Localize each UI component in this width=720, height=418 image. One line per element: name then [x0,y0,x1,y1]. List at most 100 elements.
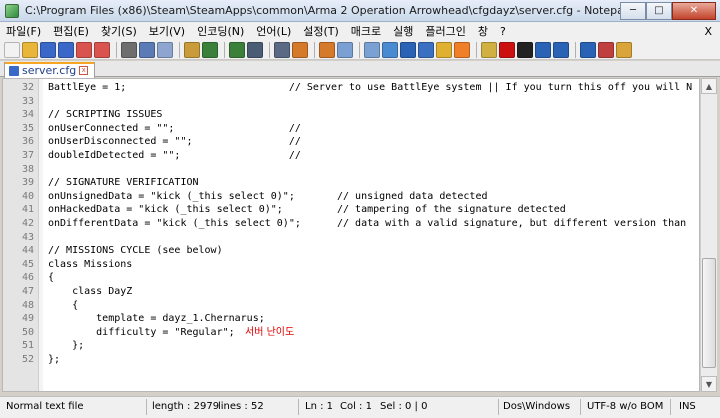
scroll-down-arrow-icon[interactable]: ▼ [701,376,717,392]
menu-item[interactable]: 인코딩(N) [191,23,250,39]
record-macro-icon[interactable] [499,41,515,58]
close-document-button[interactable]: X [704,25,712,38]
code-text: { [48,299,79,311]
menu-item[interactable]: 편집(E) [47,23,95,39]
udl-icon[interactable] [436,41,452,58]
line-number: 41 [21,204,34,216]
undo-icon[interactable] [202,41,218,58]
minimize-button[interactable]: ─ [620,1,646,20]
toolbar-separator [179,41,180,58]
menu-item[interactable]: 실행 [387,23,419,39]
spell-check-icon[interactable] [598,41,614,58]
paste-icon[interactable] [184,41,200,58]
close-window-button[interactable]: ✕ [672,1,716,20]
line-number: 50 [21,326,34,338]
line-number: 52 [21,354,34,365]
menu-item[interactable]: 창 [472,23,494,39]
line-number: 49 [21,313,34,325]
toolbar-separator [575,41,576,58]
code-line: 36 onUserDisconnected = ""; // [3,135,699,149]
indent-guide-icon[interactable] [418,41,434,58]
redo-icon[interactable] [229,41,245,58]
line-number: 48 [21,299,34,311]
status-insert-mode: INS [679,401,696,412]
code-line: 45 class Missions [3,258,699,272]
code-line: 51 }; [3,339,699,353]
run-macro-multiple-icon[interactable] [553,41,569,58]
menu-item[interactable]: ? [494,25,512,38]
status-divider [670,399,671,415]
word-wrap-icon[interactable] [382,41,398,58]
line-number: 40 [21,190,34,202]
doc-map-icon[interactable] [454,41,470,58]
play-macro-icon[interactable] [535,41,551,58]
code-text: class DayZ [48,286,133,297]
code-editor[interactable]: 32 BattlEye = 1; // Server to use BattlEy… [2,78,700,392]
menu-item[interactable]: 보기(V) [143,23,191,39]
stop-macro-icon[interactable] [517,41,533,58]
all-chars-icon[interactable] [400,41,416,58]
tab-server-cfg[interactable]: server.cfg x [4,62,96,78]
code-text: doubleIdDetected = ""; // [48,150,301,161]
toolbar [0,40,720,60]
status-sel: Sel : 0 | 0 [380,401,428,412]
scrollbar-thumb[interactable] [702,258,716,368]
code-line: 32 BattlEye = 1; // Server to use BattlEy… [3,81,699,95]
save-icon[interactable] [40,41,56,58]
menu-item[interactable]: 언어(L) [250,23,297,39]
code-text: }; [48,340,85,352]
code-line: 49 template = dayz_1.Chernarus; [3,312,699,326]
toolbar-separator [224,41,225,58]
window-title: C:\Program Files (x86)\Steam\SteamApps\c… [25,4,620,17]
line-number: 37 [21,150,34,161]
sync-horizontal-icon[interactable] [364,41,380,58]
menu-item[interactable]: 매크로 [345,23,387,39]
menu-item[interactable]: 플러그인 [419,23,471,39]
code-text: // MISSIONS CYCLE (see below) [48,245,223,257]
line-number: 39 [21,177,34,189]
print-icon[interactable] [121,41,137,58]
new-file-icon[interactable] [4,41,20,58]
code-line: 40 onUnsignedData = "kick (_this select 0… [3,190,699,204]
line-number: 32 [21,82,34,93]
tab-close-icon[interactable]: x [79,66,89,75]
code-text: template = dayz_1.Chernarus; [48,313,265,325]
line-number: 46 [21,272,34,284]
code-text: { [48,272,55,284]
copy-icon[interactable] [157,41,173,58]
menu-item[interactable]: 파일(F) [0,23,47,39]
menu-bar: 파일(F) 편집(E) 찾기(S) 보기(V) 인코딩(N) 언어(L) 설정(T) 매크로 실… [0,22,720,40]
menu-item[interactable]: 찾기(S) [95,23,143,39]
line-number: 42 [21,218,34,229]
toolbar-separator [116,41,117,58]
vertical-scrollbar[interactable]: ▲ ▼ [700,78,717,392]
save-macro-icon[interactable] [580,41,596,58]
zoom-out-icon[interactable] [319,41,335,58]
notepadpp-app-icon [5,3,19,18]
open-file-icon[interactable] [22,41,38,58]
line-number: 45 [21,258,34,270]
difficulty-annotation: 서버 난이도 [245,326,295,338]
code-line: 34 // SCRIPTING ISSUES [3,108,699,122]
replace-icon[interactable] [274,41,290,58]
plugin-icon[interactable] [616,41,632,58]
sync-vertical-icon[interactable] [337,41,353,58]
menu-item[interactable]: 설정(T) [297,23,345,39]
code-text: BattlEye = 1; // Server to use BattlEye … [48,82,693,93]
save-all-icon[interactable] [58,41,74,58]
cut-icon[interactable] [139,41,155,58]
zoom-in-icon[interactable] [292,41,308,58]
code-line: 52}; [3,353,699,367]
status-divider [580,399,581,415]
scroll-up-arrow-icon[interactable]: ▲ [701,78,717,94]
maximize-button[interactable]: □ [646,1,672,20]
find-icon[interactable] [247,41,263,58]
window-controls: ─ □ ✕ [620,1,716,20]
close-file-icon[interactable] [76,41,92,58]
code-text: // SCRIPTING ISSUES [48,109,163,121]
function-list-icon[interactable] [481,41,497,58]
code-text: onUserDisconnected = ""; // [48,136,301,148]
status-lines: lines : 52 [218,401,264,412]
close-all-icon[interactable] [94,41,110,58]
status-filetype: Normal text file [6,401,84,412]
